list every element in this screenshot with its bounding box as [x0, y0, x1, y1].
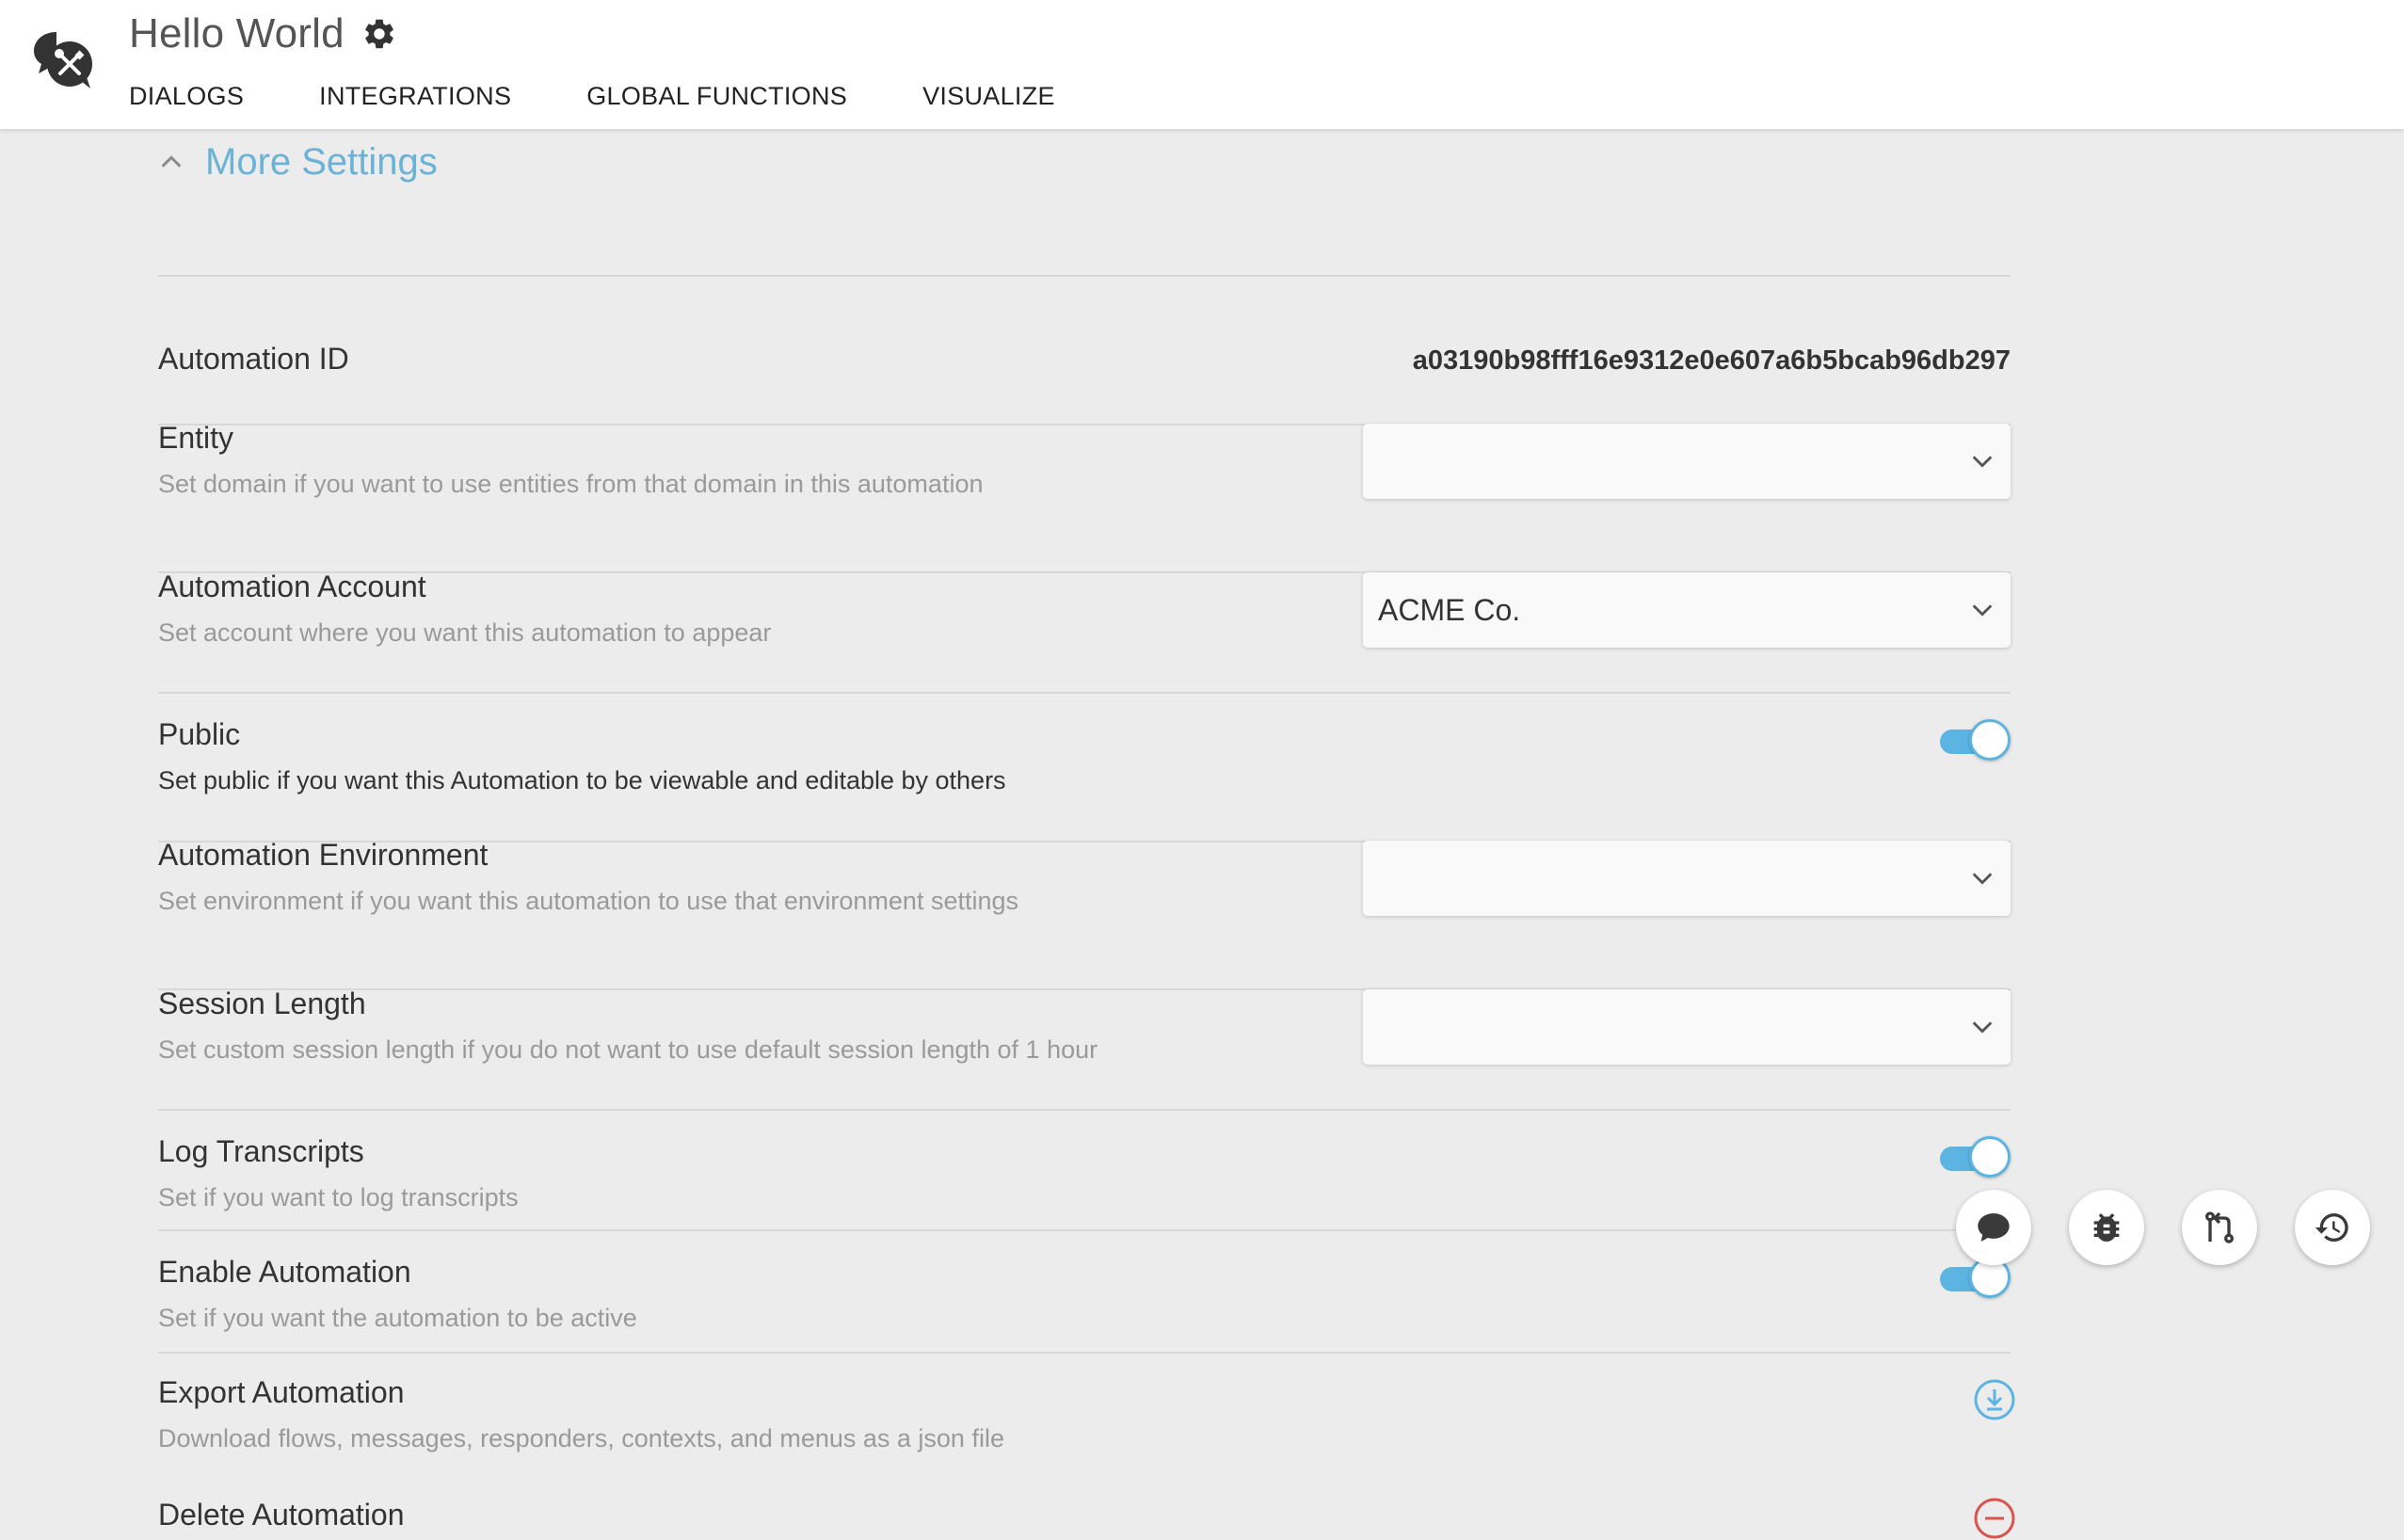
environment-row: Automation Environment Set environment i… — [158, 694, 2011, 916]
app-title: Hello World — [129, 10, 345, 56]
tab-visualize[interactable]: VISUALIZE — [922, 82, 1055, 111]
entity-row: Entity Set domain if you want to use ent… — [158, 277, 2011, 499]
delete-icon[interactable] — [1973, 1497, 2016, 1540]
chat-tools-logo-icon[interactable] — [32, 28, 94, 90]
chat-fab-button[interactable] — [1956, 1190, 2031, 1265]
log-transcripts-row: Log Transcripts Set if you want to log t… — [158, 990, 2011, 1211]
chevron-up-icon — [161, 155, 182, 168]
automation-id-row: Automation ID a03190b98fff16e9312e0e607a… — [158, 214, 2011, 376]
chat-bubble-icon — [1978, 1213, 2010, 1242]
top-header: Hello World DIALOGS INTEGRATIONS GLOBAL … — [0, 0, 2404, 129]
git-compare-icon — [2205, 1211, 2234, 1243]
debug-fab-button[interactable] — [2069, 1190, 2144, 1265]
history-icon — [2315, 1213, 2348, 1242]
main-nav: DIALOGS INTEGRATIONS GLOBAL FUNCTIONS VI… — [129, 77, 1130, 115]
history-fab-button[interactable] — [2295, 1190, 2370, 1265]
session-length-row: Session Length Set custom session length… — [158, 842, 2011, 1065]
account-row: Automation Account Set account where you… — [158, 425, 2011, 648]
export-automation-row: Export Automation Download flows, messag… — [158, 1231, 2015, 1452]
enable-automation-row: Enable Automation Set if you want the au… — [158, 1111, 2011, 1332]
bug-icon — [2093, 1213, 2120, 1242]
delete-automation-row: Delete Automation — [158, 1354, 2015, 1539]
app-title-row: Hello World — [129, 8, 397, 60]
tab-global-functions[interactable]: GLOBAL FUNCTIONS — [586, 82, 847, 111]
more-settings-toggle[interactable]: More Settings — [158, 134, 438, 190]
more-settings-title: More Settings — [205, 140, 438, 183]
export-automation-description: Download flows, messages, responders, co… — [158, 1424, 1004, 1452]
gear-icon[interactable] — [361, 16, 397, 52]
version-compare-fab-button[interactable] — [2182, 1190, 2257, 1265]
public-row: Public Set public if you want this Autom… — [158, 573, 2011, 794]
delete-automation-label: Delete Automation — [158, 1498, 405, 1532]
tab-dialogs[interactable]: DIALOGS — [129, 82, 244, 111]
tab-integrations[interactable]: INTEGRATIONS — [319, 82, 511, 111]
